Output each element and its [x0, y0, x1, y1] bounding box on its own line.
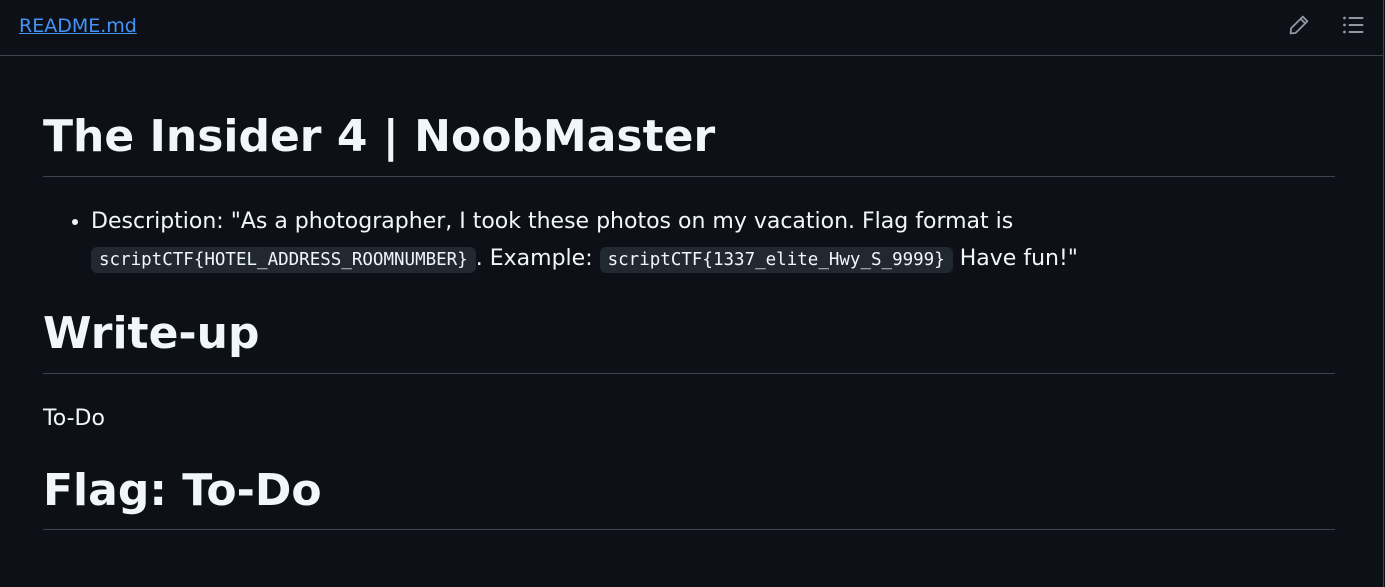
page-title: The Insider 4 | NoobMaster: [43, 58, 1335, 177]
flag-example-code: scriptCTF{1337_elite_Hwy_S_9999}: [599, 246, 953, 273]
description-text-prefix: Description: "As a photographer, I took …: [91, 208, 1014, 234]
readme-viewer: README.md The Insider 4 | NoobMaster • D…: [0, 0, 1384, 587]
readme-file-link[interactable]: README.md: [19, 15, 137, 37]
list-unordered-icon: [1343, 16, 1364, 33]
description-text-middle: . Example:: [475, 245, 600, 271]
flag-format-code: scriptCTF{HOTEL_ADDRESS_ROOMNUMBER}: [91, 246, 476, 273]
header-actions: [1287, 13, 1365, 37]
flag-heading: Flag: To-Do: [43, 465, 1335, 531]
writeup-heading: Write-up: [43, 308, 1335, 374]
description-item: Description: "As a photographer, I took …: [91, 203, 1335, 279]
markdown-body: The Insider 4 | NoobMaster Description: …: [43, 58, 1335, 531]
writeup-body: To-Do: [43, 405, 105, 431]
description-text-suffix: Have fun!": [952, 245, 1078, 271]
description-list: Description: "As a photographer, I took …: [43, 203, 1335, 279]
edit-file-button[interactable]: [1287, 13, 1311, 37]
outline-button[interactable]: [1341, 13, 1365, 37]
file-header: README.md: [0, 0, 1383, 56]
pencil-icon: [1289, 15, 1309, 34]
